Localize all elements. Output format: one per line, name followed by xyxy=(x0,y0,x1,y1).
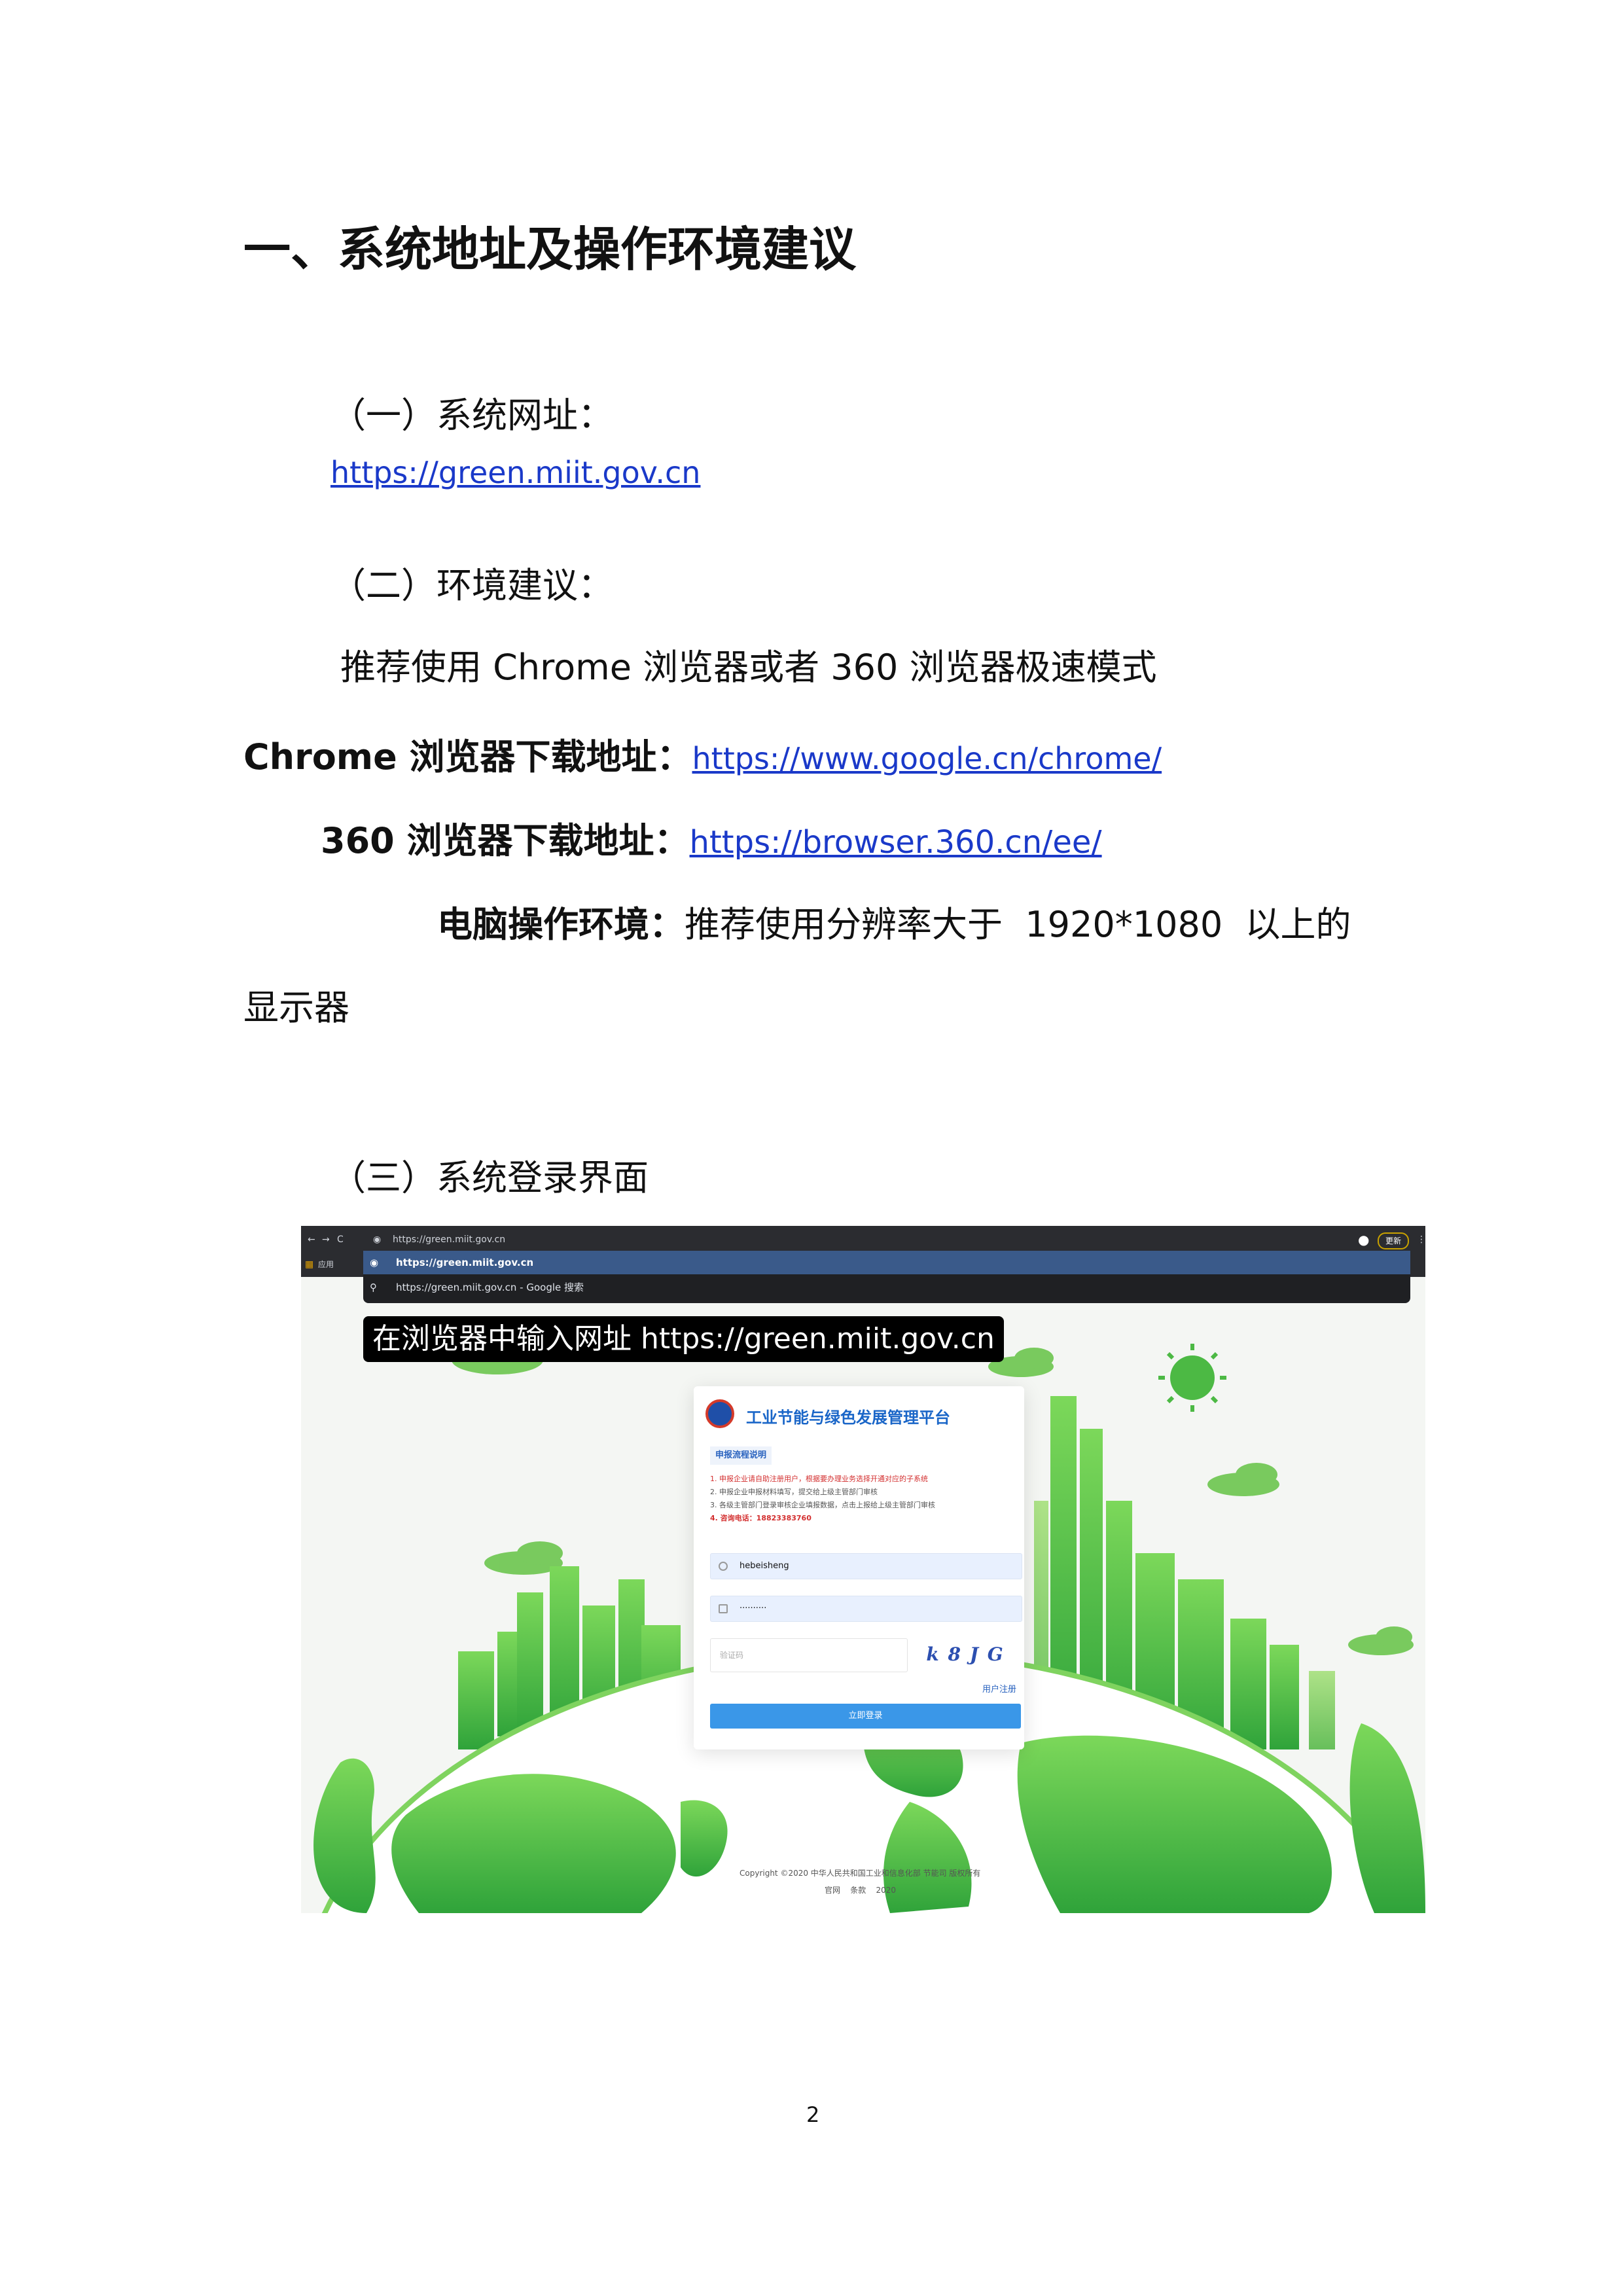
step-1: 1. 申报企业请自助注册用户，根据要办理业务选择开通对应的子系统 xyxy=(710,1475,928,1483)
captcha-placeholder: 验证码 xyxy=(720,1651,744,1660)
pc-environment-label: 电脑操作环境： xyxy=(437,904,685,945)
360-download-row: 360 浏览器下载地址：https://browser.360.cn/ee/ xyxy=(321,812,1102,863)
pc-environment-text-cont: 显示器 xyxy=(243,987,349,1028)
login-card: 工业节能与绿色发展管理平台 申报流程说明 1. 申报企业请自助注册用户，根据要办… xyxy=(694,1386,1024,1749)
lock-icon xyxy=(719,1604,728,1613)
login-screenshot: ← → C ◉ https://green.miit.gov.cn ▦ 应用 ●… xyxy=(301,1226,1425,1913)
reload-icon[interactable]: C xyxy=(337,1230,344,1249)
suggestion-url[interactable]: ◉ https://green.miit.gov.cn xyxy=(363,1251,1410,1274)
back-icon[interactable]: ← xyxy=(308,1230,315,1249)
360-download-label: 360 浏览器下载地址： xyxy=(321,820,690,861)
password-field[interactable]: ·········· xyxy=(710,1596,1022,1622)
update-button[interactable]: 更新 xyxy=(1378,1232,1410,1249)
captcha-field[interactable]: 验证码 xyxy=(710,1638,908,1672)
user-icon xyxy=(719,1562,728,1571)
section-3-title: （三）系统登录界面 xyxy=(330,1157,649,1198)
browser-recommendation: 推荐使用 Chrome 浏览器或者 360 浏览器极速模式 xyxy=(340,647,1157,688)
platform-title: 工业节能与绿色发展管理平台 xyxy=(746,1408,950,1427)
globe-icon: ◉ xyxy=(370,1257,379,1268)
section-2-title: （二）环境建议： xyxy=(330,565,613,606)
suggestion-search[interactable]: ⚲ https://green.miit.gov.cn - Google 搜索 xyxy=(363,1276,1410,1299)
address-bar[interactable]: https://green.miit.gov.cn xyxy=(393,1230,505,1249)
search-icon: ⚲ xyxy=(370,1282,377,1293)
omnibox-suggestions: ◉ https://green.miit.gov.cn ⚲ https://gr… xyxy=(363,1251,1410,1303)
step-4: 4. 咨询电话：18823383760 xyxy=(710,1514,812,1522)
page-number: 2 xyxy=(806,2102,820,2127)
suggestion-url-text: https://green.miit.gov.cn xyxy=(396,1257,534,1268)
pc-environment-row: 电脑操作环境：推荐使用分辨率大于 1920*1080 以上的 xyxy=(437,895,1351,947)
360-download-link[interactable]: https://browser.360.cn/ee/ xyxy=(690,824,1102,861)
captcha-image[interactable]: k 8 J G xyxy=(913,1640,1018,1669)
step-3: 3. 各级主管部门登录审核企业填报数据，点击上报给上级主管部门审核 xyxy=(710,1501,935,1509)
process-tab[interactable]: 申报流程说明 xyxy=(710,1446,772,1465)
section-1-title: （一）系统网址： xyxy=(330,395,613,436)
password-value: ·········· xyxy=(740,1604,767,1613)
account-icon[interactable]: ● xyxy=(1358,1230,1369,1249)
forward-icon[interactable]: → xyxy=(322,1230,330,1249)
username-value: hebeisheng xyxy=(740,1561,789,1571)
chrome-download-link[interactable]: https://www.google.cn/chrome/ xyxy=(692,741,1162,776)
apps-grid-icon[interactable]: ▦ xyxy=(305,1255,313,1274)
footer-links: 官网 条款 2020 xyxy=(825,1886,897,1895)
menu-icon[interactable]: ⋮ xyxy=(1417,1230,1425,1249)
site-info-icon: ◉ xyxy=(373,1234,382,1245)
platform-logo xyxy=(705,1399,734,1428)
step-2: 2. 申报企业申报材料填写，提交给上级主管部门审核 xyxy=(710,1488,878,1496)
login-button[interactable]: 立即登录 xyxy=(710,1704,1021,1729)
chrome-download-row: Chrome 浏览器下载地址：https://www.google.cn/chr… xyxy=(243,728,1162,780)
page-heading: 一、系统地址及操作环境建议 xyxy=(243,221,857,277)
register-link[interactable]: 用户注册 xyxy=(982,1682,1016,1695)
process-steps: 1. 申报企业请自助注册用户，根据要办理业务选择开通对应的子系统 2. 申报企业… xyxy=(710,1473,935,1525)
footer-copyright: Copyright ©2020 中华人民共和国工业和信息化部 节能司 版权所有 xyxy=(740,1869,981,1878)
username-field[interactable]: hebeisheng xyxy=(710,1553,1022,1579)
instruction-caption: 在浏览器中输入网址 https://green.miit.gov.cn xyxy=(363,1316,1004,1362)
system-url-link[interactable]: https://green.miit.gov.cn xyxy=(330,455,700,490)
pc-environment-text: 推荐使用分辨率大于 1920*1080 以上的 xyxy=(685,904,1351,945)
apps-label[interactable]: 应用 xyxy=(318,1255,334,1274)
chrome-download-label: Chrome 浏览器下载地址： xyxy=(243,736,692,778)
suggestion-search-text: https://green.miit.gov.cn - Google 搜索 xyxy=(396,1282,584,1293)
